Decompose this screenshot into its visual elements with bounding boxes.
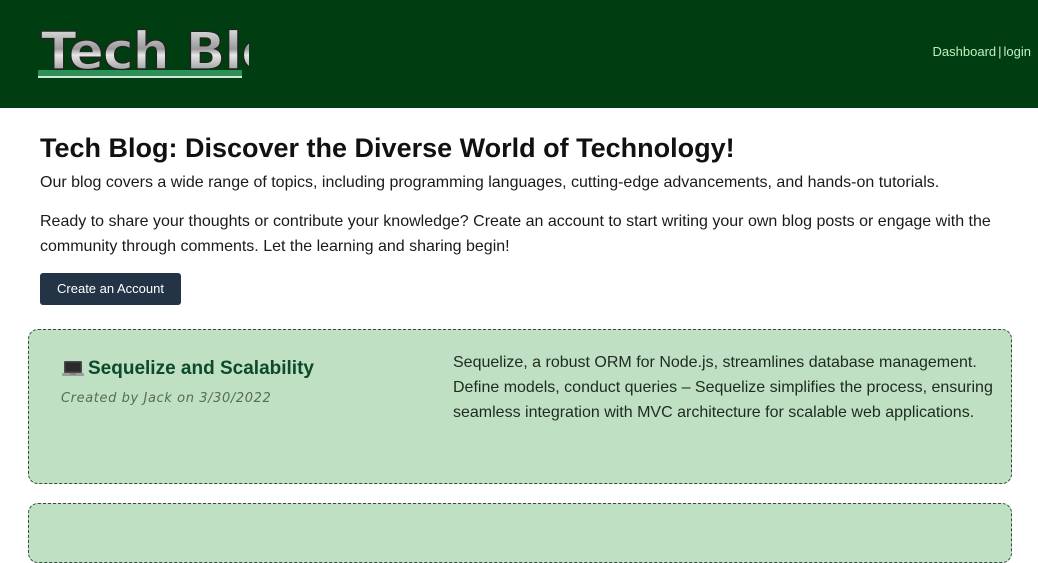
post-title[interactable]: Sequelize and Scalability [88, 356, 314, 382]
tech-blog-logo[interactable]: Tech Blog [37, 14, 249, 86]
laptop-icon [61, 359, 85, 379]
logo-graphic: Tech Blog [38, 21, 249, 83]
top-nav: Dashboard | login [933, 44, 1031, 59]
intro-paragraph-1: Our blog covers a wide range of topics, … [40, 174, 940, 191]
nav-login-link[interactable]: login [1004, 44, 1031, 59]
post-card[interactable] [28, 503, 1012, 563]
post-meta: Created by Jack on 3/30/2022 [61, 391, 272, 406]
intro-paragraph-2: Ready to share your thoughts or contribu… [40, 213, 991, 255]
post-title-row: Sequelize and Scalability [61, 356, 441, 382]
nav-separator: | [998, 44, 1002, 59]
page-title: Tech Blog: Discover the Diverse World of… [40, 133, 735, 163]
nav-dashboard-link[interactable]: Dashboard [933, 44, 997, 59]
post-card[interactable]: Sequelize and Scalability Created by Jac… [28, 329, 1012, 484]
logo-text: Tech Blog [41, 22, 249, 82]
create-account-button[interactable]: Create an Account [40, 273, 181, 305]
post-header: Sequelize and Scalability Created by Jac… [61, 356, 441, 406]
site-header: Tech Blog Dashboard|login [0, 0, 1038, 108]
intro-section: Tech Blog: Discover the Diverse World of… [40, 132, 1000, 259]
post-body: Sequelize, a robust ORM for Node.js, str… [453, 354, 993, 421]
